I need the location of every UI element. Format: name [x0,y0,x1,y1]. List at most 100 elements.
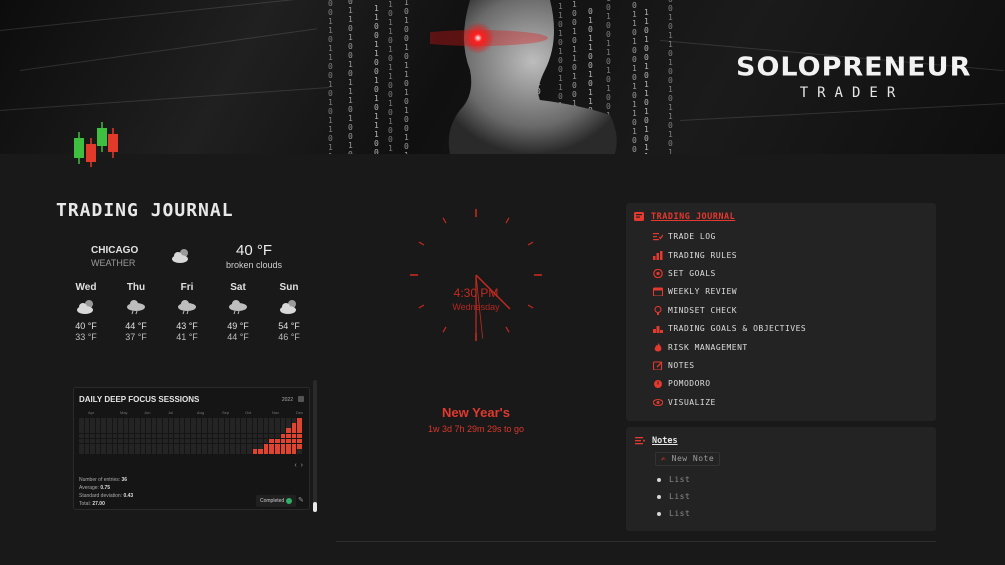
notes-heading[interactable]: Notes [635,436,678,446]
heatmap-cell [224,428,230,433]
heatmap-cell [107,449,112,454]
heatmap-cell [252,444,258,449]
pencil-icon[interactable]: ✎ [298,496,304,504]
forecast-high: 43 °F [176,321,198,331]
heatmap-cell [275,418,280,423]
forecast-day-name: Sun [279,282,299,293]
heatmap-cell [179,449,185,454]
heatmap-cell [101,428,106,433]
heatmap-cell [191,449,196,454]
note-list-item[interactable]: List [657,475,690,484]
heatmap-nav[interactable]: ‹ › [294,462,303,469]
heatmap-cell [179,444,185,449]
chevron-right-icon[interactable]: › [301,462,303,469]
clock-tick [442,217,447,224]
heatmap-cell [219,444,224,449]
forecast-low: 37 °F [125,332,147,342]
heatmap-cell [241,438,246,444]
nav-item-trade-log[interactable]: TRADE LOG [653,232,716,241]
heatmap-cell [118,433,123,439]
heatmap-cell [297,428,302,433]
note-list-item[interactable]: List [657,492,690,501]
heatmap-cell [174,433,179,439]
heatmap-cell [95,428,101,433]
heatmap-cell [79,428,84,433]
nav-item-mindset-check[interactable]: MINDSET CHECK [653,306,737,315]
calendar-icon[interactable] [298,396,304,402]
binary-column: 1001101100101011011001011 [328,0,333,154]
heatmap-cell [230,423,235,428]
heatmap-cell [252,449,258,454]
scrollbar[interactable] [313,380,317,512]
heatmap-cell [151,428,157,433]
heatmap-cell [163,428,168,433]
nav-item-set-goals[interactable]: SET GOALS [653,269,716,278]
notes-panel: Notes ✍ New Note List List List [626,427,936,531]
heatmap-cell [118,444,123,449]
heatmap-cell [129,438,134,444]
chevron-left-icon[interactable]: ‹ [294,462,296,469]
heatmap-cell [179,418,185,423]
heatmap-cell [280,449,286,454]
heatmap-cell [297,418,302,423]
heatmap-cell [135,423,140,428]
heatmap-cell [95,444,101,449]
heatmap-cell [280,428,286,433]
heatmap-cell [185,449,190,454]
heatmap-cell [235,438,241,444]
stat-label: Standard deviation: [79,493,123,499]
completed-toggle[interactable]: Completed [256,495,297,507]
nav-item-visualize[interactable]: VISUALIZE [653,398,716,407]
new-note-button[interactable]: ✍ New Note [655,452,721,466]
journal-nav-heading[interactable]: TRADING JOURNAL [634,212,735,222]
heatmap-cell [185,444,190,449]
heatmap-cell [196,423,202,428]
target-icon [653,269,663,278]
heatmap-cell [286,423,291,428]
heatmap-cell [191,444,196,449]
heatmap-cell [213,444,218,449]
heatmap-cell [280,418,286,423]
heatmap-cell [219,433,224,439]
heatmap-cell [146,418,151,423]
nav-item-label: TRADING RULES [668,251,738,260]
heatmap-cell [101,423,106,428]
nav-item-label: WEEKLY REVIEW [668,287,738,296]
nav-item-weekly-review[interactable]: WEEKLY REVIEW [653,287,737,296]
heatmap-cell [90,444,95,449]
nav-item-pomodoro[interactable]: POMODORO [653,379,711,388]
nav-item-trading-rules[interactable]: TRADING RULES [653,251,737,260]
edit-icon [653,361,663,370]
note-list-item[interactable]: List [657,509,690,518]
forecast-high: 49 °F [227,321,249,331]
heatmap-cell [84,428,90,433]
nav-item-notes[interactable]: NOTES [653,361,695,370]
heatmap-cell [101,444,106,449]
fire-icon [654,343,662,352]
focus-year[interactable]: 2022 [282,397,293,403]
countdown-remaining: 1w 3d 7h 29m 29s to go [427,424,525,434]
heatmap-cell [252,418,258,423]
heatmap-cell [219,423,224,428]
scrollbar-thumb[interactable] [313,502,317,512]
heatmap-cell [123,418,129,423]
heatmap-cell [297,423,302,428]
stat-label: Average: [79,485,99,491]
heatmap-cell [146,428,151,433]
nav-item-trading-goals-objectives[interactable]: TRADING GOALS & OBJECTIVES [653,324,806,333]
heatmap-cell [269,438,274,444]
heatmap-cell [235,449,241,454]
forecast-high: 44 °F [125,321,147,331]
forecast-day: Wed 40 °F 33 °F [66,282,106,342]
clock-tick [442,326,447,333]
heatmap-cell [207,428,213,433]
heatmap-cell [263,433,269,439]
heatmap-grid [79,418,305,454]
heatmap-cell [129,428,134,433]
nav-item-risk-management[interactable]: RISK MANAGEMENT [653,343,748,352]
clock-tick [527,241,534,246]
heatmap-cell [101,449,106,454]
weather-description: broken clouds [225,260,283,270]
heatmap-cell [241,444,246,449]
heatmap-cell [230,418,235,423]
